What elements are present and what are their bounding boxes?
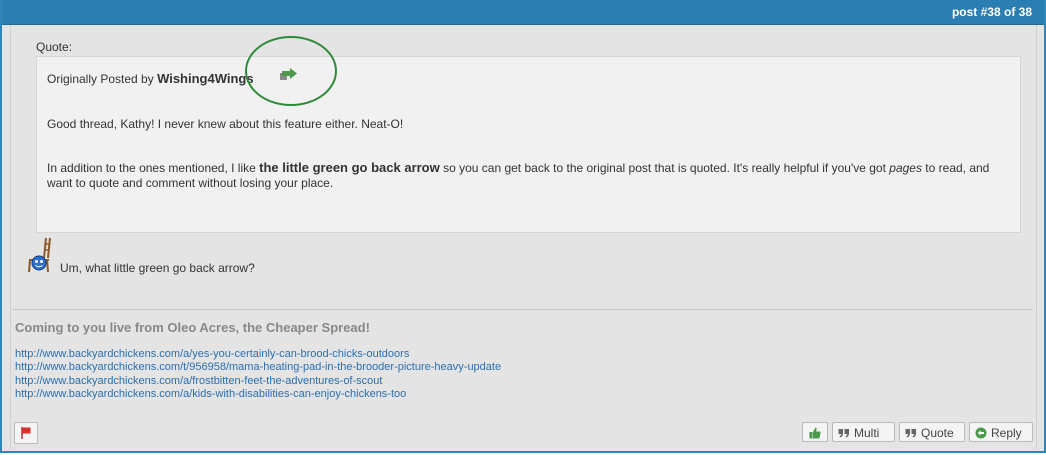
signature-link[interactable]: http://www.backyardchickens.com/a/kids-w…	[15, 388, 501, 401]
signature-links: http://www.backyardchickens.com/a/yes-yo…	[15, 348, 501, 401]
quote-attribution: Originally Posted by Wishing4Wings	[47, 71, 254, 86]
posted-by-prefix: Originally Posted by	[47, 72, 154, 86]
post-frame: post #38 of 38 Quote: Originally Posted …	[0, 0, 1046, 453]
thumbs-up-icon	[809, 427, 821, 439]
signature-link[interactable]: http://www.backyardchickens.com/a/yes-yo…	[15, 348, 501, 361]
quote-label: Quote:	[36, 40, 73, 54]
multi-quote-button[interactable]: Multi	[832, 422, 895, 442]
quote-p2-text-1: In addition to the ones mentioned, I lik…	[47, 161, 260, 175]
quote-p2-text-2: so you can get back to the original post…	[439, 161, 890, 175]
highlight-circle	[245, 36, 337, 106]
quote-p2-italic: pages	[889, 161, 922, 175]
quote-icon	[905, 429, 916, 438]
signature-link[interactable]: http://www.backyardchickens.com/a/frostb…	[15, 375, 501, 388]
thumbs-up-button[interactable]	[802, 422, 828, 442]
signature-title: Coming to you live from Oleo Acres, the …	[15, 320, 370, 335]
reply-button[interactable]: Reply	[969, 422, 1033, 442]
quote-button[interactable]: Quote	[899, 422, 965, 442]
reply-icon	[975, 427, 987, 439]
post-total-label: of 38	[1003, 5, 1032, 19]
post-number-label: post #38	[951, 5, 1001, 19]
quote-paragraph-2: In addition to the ones mentioned, I lik…	[47, 160, 1012, 191]
multi-quote-icon	[838, 429, 849, 438]
signature-link[interactable]: http://www.backyardchickens.com/t/956958…	[15, 361, 501, 374]
signature-divider	[12, 309, 1033, 310]
reply-label: Reply	[991, 426, 1022, 440]
post-header-bar: post #38 of 38	[2, 0, 1044, 25]
reply-text: Um, what little green go back arrow?	[60, 261, 255, 275]
quote-box: Originally Posted by Wishing4Wings Good …	[36, 56, 1021, 233]
chair-smiley-icon	[28, 237, 51, 273]
multi-quote-label: Multi	[854, 426, 880, 440]
quote-line-1: Good thread, Kathy! I never knew about t…	[47, 117, 404, 131]
post-number[interactable]: post #38 of 38	[952, 5, 1032, 19]
quote-label-text: Quote	[921, 426, 954, 440]
quote-p2-bold: the little green go back arrow	[259, 160, 440, 175]
quote-author[interactable]: Wishing4Wings	[157, 71, 254, 86]
report-button[interactable]	[14, 422, 38, 444]
flag-icon	[21, 427, 31, 439]
